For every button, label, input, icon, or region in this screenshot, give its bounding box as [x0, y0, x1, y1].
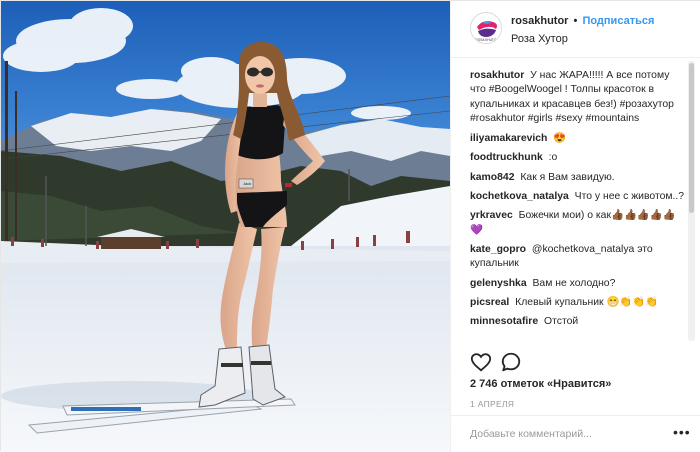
post-header: ROSA KHUTOR rosakhutor • Подписаться Роз…: [451, 1, 700, 58]
post-side-panel: ROSA KHUTOR rosakhutor • Подписаться Роз…: [450, 1, 700, 452]
speech-bubble-icon[interactable]: [500, 351, 522, 373]
post-actions: [466, 351, 546, 373]
caption-username[interactable]: rosakhutor: [470, 70, 524, 81]
comment-text: Что у нее с животом..?: [574, 191, 685, 203]
comment-item: kamo842 Как я Вам завидую.: [470, 171, 685, 185]
follow-button[interactable]: Подписаться: [582, 15, 654, 27]
comments-list: rosakhutor У нас ЖАРА!!!!! А все потому …: [470, 69, 685, 343]
comment-item: kate_gopro @kochetkova_natalya это купал…: [470, 243, 685, 272]
comment-username[interactable]: minnesotafire: [470, 316, 538, 327]
separator-dot: •: [573, 15, 578, 27]
comment-item: kochetkova_natalya Что у нее с животом..…: [470, 190, 685, 204]
ski-sign-text: Jack: [243, 181, 251, 186]
comment-item: picsreal Клевый купальник 😁👏👏👏: [470, 296, 685, 310]
comment-username[interactable]: foodtruckhunk: [470, 152, 543, 163]
comment-text: Отстой: [544, 316, 579, 328]
comment-text: :o: [548, 152, 558, 164]
author-username[interactable]: rosakhutor: [511, 15, 568, 27]
more-options-button[interactable]: •••: [673, 424, 691, 440]
comment-item: iliyamakarevich 😍: [470, 132, 685, 146]
comment-username[interactable]: yrkravec: [470, 210, 513, 221]
comment-item: minnesotafire Отстой: [470, 315, 685, 329]
comment-username[interactable]: kate_gopro: [470, 244, 526, 255]
comment-username[interactable]: kochetkova_natalya: [470, 191, 569, 202]
caption: rosakhutor У нас ЖАРА!!!!! А все потому …: [470, 69, 685, 126]
add-comment-box: •••: [451, 415, 700, 452]
author-line: rosakhutor • Подписаться: [511, 15, 654, 27]
comment-text: Как я Вам завидую.: [520, 171, 615, 183]
comment-item: yrkravec Божечки мои) о как👍🏾👍🏾👍🏾👍🏾👍🏾💜: [470, 209, 685, 238]
comment-item: foodtruckhunk :o: [470, 151, 685, 165]
comment-text: Клевый купальник 😁👏👏👏: [515, 296, 659, 308]
comment-text: 😍: [553, 133, 567, 145]
post-photo[interactable]: Jack: [1, 1, 450, 452]
avatar-logo-text: ROSA KHUTOR: [475, 38, 499, 42]
comment-item: gelenyshka Вам не холодно?: [470, 277, 685, 291]
location-link[interactable]: Роза Хутор: [511, 33, 568, 45]
comment-username[interactable]: gelenyshka: [470, 278, 527, 289]
comment-username[interactable]: picsreal: [470, 297, 509, 308]
comment-username[interactable]: iliyamakarevich: [470, 133, 547, 144]
likes-count[interactable]: 2 746 отметок «Нравится»: [470, 378, 611, 390]
instagram-post: Jack ROSA KHUTOR rosakhutor • Подписатьс…: [0, 0, 700, 452]
comment-username[interactable]: kamo842: [470, 172, 514, 183]
comment-text: Вам не холодно?: [532, 277, 616, 289]
heart-outline-icon[interactable]: [470, 351, 492, 373]
add-comment-input[interactable]: [470, 425, 650, 443]
post-date[interactable]: 1 АПРЕЛЯ: [470, 399, 514, 409]
scrollbar-thumb[interactable]: [689, 63, 694, 213]
avatar[interactable]: ROSA KHUTOR: [470, 12, 502, 44]
